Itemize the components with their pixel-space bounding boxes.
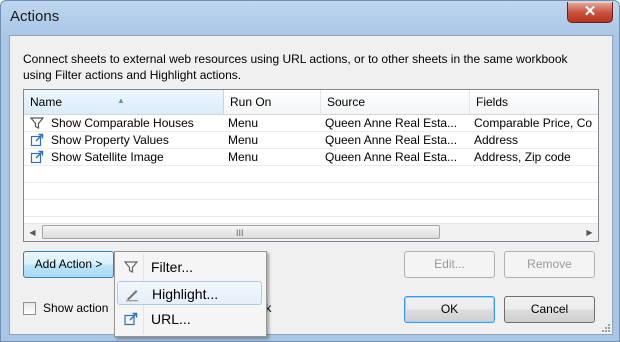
show-actions-checkbox[interactable]: [23, 302, 36, 315]
filter-icon: [123, 261, 139, 273]
cell-run-on: Menu: [228, 133, 259, 147]
menu-item-label: Highlight...: [152, 286, 219, 302]
actions-list[interactable]: ▲ Name Run On Source Fields Show Compara…: [23, 89, 599, 242]
menu-item-highlight[interactable]: Highlight...: [117, 281, 262, 305]
column-header-label: Source: [327, 95, 366, 109]
empty-row: [24, 166, 598, 183]
resize-grip-icon[interactable]: [601, 323, 611, 333]
column-header-source[interactable]: Source: [321, 90, 470, 114]
column-header-label: Name: [30, 95, 63, 109]
column-header-name[interactable]: ▲ Name: [24, 90, 224, 114]
table-row[interactable]: Show Satellite Image Menu Queen Anne Rea…: [24, 149, 598, 166]
cell-fields: Address: [474, 133, 519, 147]
column-header-label: Run On: [230, 95, 272, 109]
cell-source: Queen Anne Real Esta...: [325, 116, 458, 130]
title-bar[interactable]: Actions ✕: [1, 1, 619, 35]
cell-source: Queen Anne Real Esta...: [325, 133, 458, 147]
ok-button[interactable]: OK: [404, 296, 495, 323]
close-button[interactable]: ✕: [567, 2, 613, 23]
cell-run-on: Menu: [228, 150, 259, 164]
scroll-grip: III: [236, 228, 244, 238]
cell-fields: Comparable Price, Co: [474, 116, 593, 130]
scrollbar-thumb[interactable]: III: [42, 225, 440, 239]
column-header-label: Fields: [476, 95, 509, 109]
scroll-right-arrow-icon[interactable]: ▶: [581, 224, 598, 241]
description-text: Connect sheets to external web resources…: [23, 52, 568, 82]
cell-name: Show Satellite Image: [51, 150, 164, 164]
add-action-button[interactable]: Add Action >: [23, 251, 114, 278]
cancel-button[interactable]: Cancel: [504, 296, 595, 323]
add-action-menu: Filter... Highlight... URL...: [114, 251, 267, 337]
cell-run-on: Menu: [228, 116, 259, 130]
empty-row: [24, 183, 598, 200]
cell-name: Show Property Values: [51, 133, 169, 147]
remove-button[interactable]: Remove: [504, 251, 595, 278]
horizontal-scrollbar[interactable]: ◀ III ▶: [24, 223, 598, 241]
sort-ascending-icon: ▲: [117, 96, 125, 105]
actions-dialog: Actions ✕ Connect sheets to external web…: [0, 0, 620, 342]
menu-item-url[interactable]: URL...: [117, 307, 262, 331]
table-row[interactable]: Show Comparable Houses Menu Queen Anne R…: [24, 115, 598, 132]
checkbox-label-left: Show action: [43, 301, 109, 315]
dialog-body: Connect sheets to external web resources…: [9, 35, 613, 335]
column-header-fields[interactable]: Fields: [470, 90, 598, 114]
column-header-run-on[interactable]: Run On: [224, 90, 321, 114]
table-row[interactable]: Show Property Values Menu Queen Anne Rea…: [24, 132, 598, 149]
list-header: ▲ Name Run On Source Fields: [24, 90, 598, 115]
cell-source: Queen Anne Real Esta...: [325, 150, 458, 164]
cell-name: Show Comparable Houses: [51, 116, 194, 130]
edit-button[interactable]: Edit...: [404, 251, 495, 278]
menu-item-label: URL...: [151, 311, 191, 327]
menu-item-label: Filter...: [151, 259, 194, 275]
dialog-title: Actions: [10, 8, 60, 25]
url-link-icon: [124, 312, 138, 326]
empty-row: [24, 200, 598, 217]
highlight-pen-icon: [126, 290, 138, 302]
menu-item-filter[interactable]: Filter...: [117, 255, 262, 279]
scroll-left-arrow-icon[interactable]: ◀: [24, 224, 41, 241]
cell-fields: Address, Zip code: [474, 150, 571, 164]
